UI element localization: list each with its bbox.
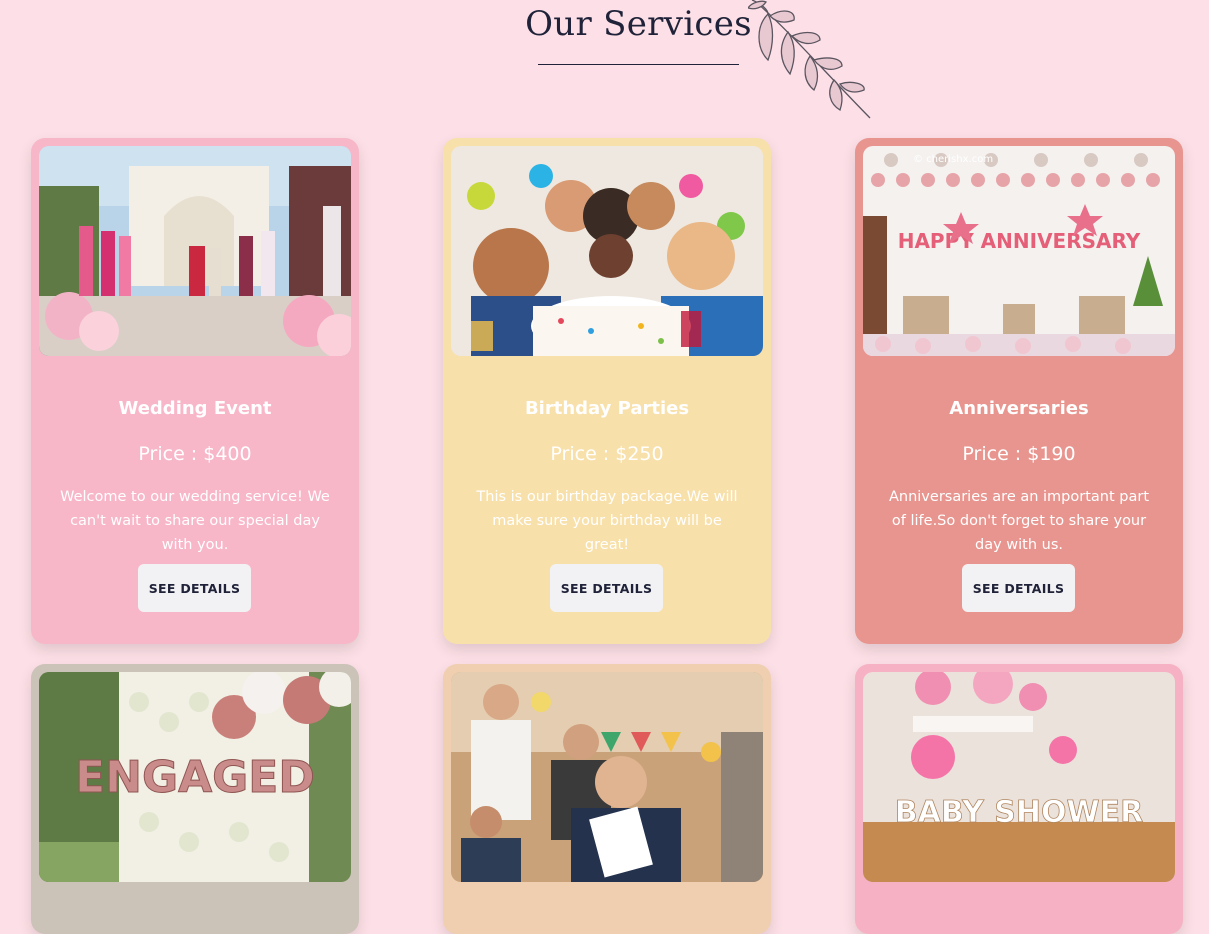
see-details-button[interactable]: SEE DETAILS	[962, 564, 1075, 612]
title-underline	[538, 64, 739, 65]
service-card-family	[443, 664, 771, 934]
card-title: Anniversaries	[949, 398, 1089, 419]
see-details-button[interactable]: SEE DETAILS	[550, 564, 663, 612]
page-title: Our Services	[525, 4, 752, 44]
leaf-branch-icon	[748, 0, 871, 119]
family-party-photo	[451, 672, 763, 882]
birthday-photo	[451, 146, 763, 356]
service-card-engagement: ENGAGED	[31, 664, 359, 934]
anniversary-photo: HAPPY ANNIVERSARY © cherishx.com	[863, 146, 1175, 356]
engaged-banner: ENGAGED	[75, 752, 315, 803]
card-title: Birthday Parties	[524, 398, 690, 419]
service-card-wedding: Wedding Event Price : $400 Welcome to ou…	[31, 138, 359, 644]
card-price: Price : $400	[138, 443, 252, 465]
card-price: Price : $250	[550, 443, 664, 465]
card-description: Anniversaries are an important part of l…	[888, 489, 1150, 553]
baby-shower-banner: BABY SHOWER	[895, 795, 1143, 830]
wedding-photo	[39, 146, 351, 356]
service-card-anniversary: HAPPY ANNIVERSARY © cherishx.com Anniver…	[855, 138, 1183, 644]
service-card-birthday: Birthday Parties Price : $250 This is ou…	[443, 138, 771, 644]
watermark: © cherishx.com	[913, 154, 993, 165]
baby-shower-photo: BABY SHOWER	[863, 672, 1175, 882]
see-details-button[interactable]: SEE DETAILS	[138, 564, 251, 612]
card-description: Welcome to our wedding service! We can't…	[60, 489, 330, 553]
card-title: Wedding Event	[118, 398, 272, 419]
card-description: This is our birthday package.We will mak…	[476, 489, 738, 553]
card-price: Price : $190	[962, 443, 1076, 465]
service-card-baby-shower: BABY SHOWER	[855, 664, 1183, 934]
anniversary-banner: HAPPY ANNIVERSARY	[898, 229, 1141, 253]
engagement-photo: ENGAGED	[39, 672, 351, 882]
